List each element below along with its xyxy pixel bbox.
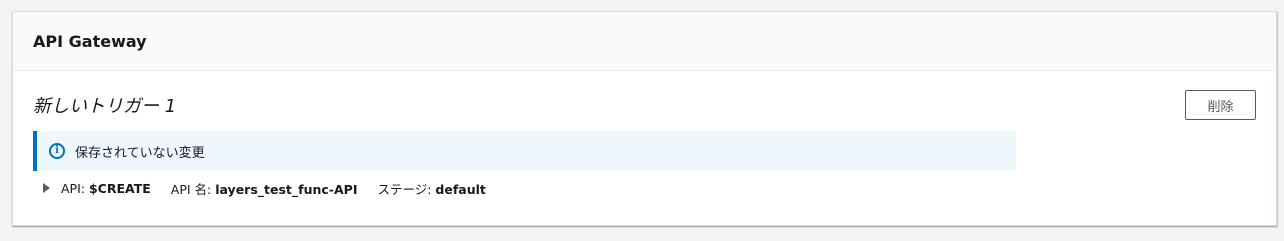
caret-right-icon[interactable] <box>43 183 50 193</box>
panel-title: API Gateway <box>33 31 147 51</box>
panel-header: API Gateway <box>13 12 1276 71</box>
trigger-name: 新しいトリガー 1 <box>33 96 177 117</box>
api-name-label: API 名: <box>170 181 216 197</box>
trigger-row: 新しいトリガー 1 削除 <box>33 90 1256 120</box>
stage-value: default <box>435 181 486 197</box>
alert-message: 保存されていない変更 <box>75 145 205 161</box>
stage-label: ステージ: <box>377 181 436 197</box>
api-detail: API: $CREATE <box>61 181 151 196</box>
delete-button[interactable]: 削除 <box>1185 90 1256 120</box>
info-icon: i <box>49 143 65 159</box>
api-name-value: layers_test_func-API <box>215 181 358 197</box>
api-value: $CREATE <box>88 180 151 196</box>
api-gateway-panel: API Gateway 新しいトリガー 1 削除 i 保存されていない変更 AP… <box>12 11 1277 226</box>
trigger-details: API: $CREATE API 名: layers_test_func-API… <box>43 178 506 198</box>
api-label: API: <box>61 180 89 196</box>
api-name-detail: API 名: layers_test_func-API <box>171 179 358 198</box>
unsaved-changes-alert: i 保存されていない変更 <box>33 131 1016 171</box>
stage-detail: ステージ: default <box>377 179 485 198</box>
